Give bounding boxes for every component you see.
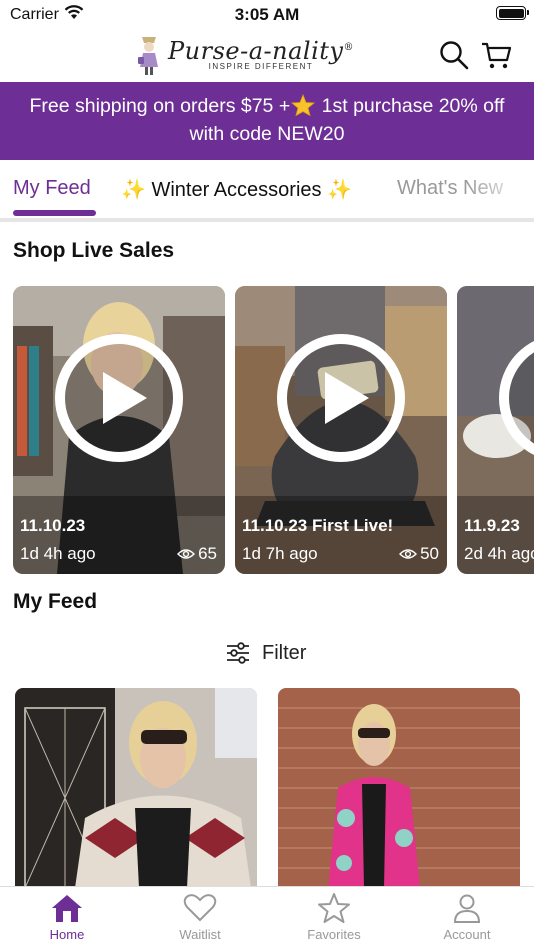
feed-section-title: My Feed bbox=[13, 590, 98, 613]
category-tabs: My Feed ✨ Winter Accessories ✨ What's Ne… bbox=[0, 160, 534, 222]
live-card-title: 11.9.23 bbox=[464, 516, 520, 535]
play-icon[interactable] bbox=[53, 332, 185, 464]
promo-banner[interactable]: Free shipping on orders $75 + 1st purcha… bbox=[0, 82, 534, 160]
nav-favorites[interactable]: Favorites bbox=[279, 893, 389, 942]
brand-tagline: INSPIRE DIFFERENT bbox=[208, 62, 314, 71]
nav-home-label: Home bbox=[49, 927, 85, 942]
bottom-tab-bar: Home Waitlist Favorites Account bbox=[0, 886, 534, 950]
tab-winter-accessories[interactable]: ✨ Winter Accessories ✨ bbox=[121, 177, 352, 202]
nav-account-label: Account bbox=[443, 927, 491, 942]
play-icon[interactable] bbox=[497, 332, 534, 464]
eye-icon bbox=[399, 549, 418, 559]
live-card-views: 65 bbox=[177, 544, 217, 564]
active-tab-indicator bbox=[13, 210, 96, 216]
promo-line1-start: Free shipping on orders $75 + bbox=[29, 95, 291, 117]
live-card-title: 11.10.23 First Live! bbox=[242, 516, 394, 535]
nav-waitlist-label: Waitlist bbox=[179, 927, 221, 942]
search-icon[interactable] bbox=[438, 39, 470, 71]
filter-button[interactable]: Filter bbox=[226, 638, 306, 668]
product-card[interactable] bbox=[15, 688, 257, 888]
person-icon bbox=[453, 894, 481, 923]
views-count: 65 bbox=[198, 544, 217, 563]
home-icon bbox=[52, 895, 82, 922]
product-card[interactable] bbox=[278, 688, 520, 888]
cart-icon[interactable] bbox=[480, 39, 512, 71]
live-card-time: 1d 7h ago bbox=[242, 544, 318, 563]
star-icon bbox=[318, 893, 350, 923]
live-card[interactable]: 11.10.23 1d 4h ago 65 bbox=[13, 286, 225, 574]
brand-logo[interactable]: Purse-a-nality® INSPIRE DIFFERENT bbox=[136, 30, 354, 78]
eye-icon bbox=[177, 549, 196, 559]
filter-label: Filter bbox=[262, 641, 307, 664]
product-image bbox=[278, 688, 520, 888]
views-count: 50 bbox=[420, 544, 439, 563]
live-card-title: 11.10.23 bbox=[20, 516, 86, 535]
clock: 3:05 AM bbox=[234, 5, 300, 24]
logo-figure-icon bbox=[138, 37, 158, 75]
live-card[interactable]: 11.9.23 2d 4h ago bbox=[457, 286, 534, 574]
app-header: Purse-a-nality® INSPIRE DIFFERENT bbox=[0, 30, 534, 82]
promo-line1-end: 1st purchase 20% off bbox=[316, 95, 505, 117]
tab-my-feed[interactable]: My Feed bbox=[13, 177, 91, 200]
live-section-title: Shop Live Sales bbox=[13, 239, 175, 262]
play-icon[interactable] bbox=[275, 332, 407, 464]
live-card[interactable]: 11.10.23 First Live! 1d 7h ago 50 bbox=[235, 286, 447, 574]
promo-line2: with code NEW20 bbox=[189, 123, 345, 145]
star-emoji-icon bbox=[291, 94, 316, 116]
battery-icon bbox=[496, 6, 529, 20]
tab-divider bbox=[0, 218, 534, 222]
status-bar: Carrier 3:05 AM bbox=[0, 0, 534, 30]
nav-favorites-label: Favorites bbox=[307, 927, 361, 942]
filter-sliders-icon bbox=[227, 642, 249, 664]
heart-icon bbox=[183, 894, 217, 922]
live-sales-carousel[interactable]: 11.10.23 1d 4h ago 65 11.10.23 First Liv… bbox=[0, 286, 534, 576]
nav-waitlist[interactable]: Waitlist bbox=[145, 893, 255, 942]
product-image bbox=[15, 688, 257, 888]
live-card-views: 50 bbox=[399, 544, 439, 564]
nav-account[interactable]: Account bbox=[412, 893, 522, 942]
brand-mark: ® bbox=[343, 42, 354, 53]
nav-home[interactable]: Home bbox=[12, 893, 122, 942]
brand-name: Purse-a-nality bbox=[168, 37, 344, 65]
live-card-time: 2d 4h ago bbox=[464, 544, 534, 563]
live-card-time: 1d 4h ago bbox=[20, 544, 96, 563]
